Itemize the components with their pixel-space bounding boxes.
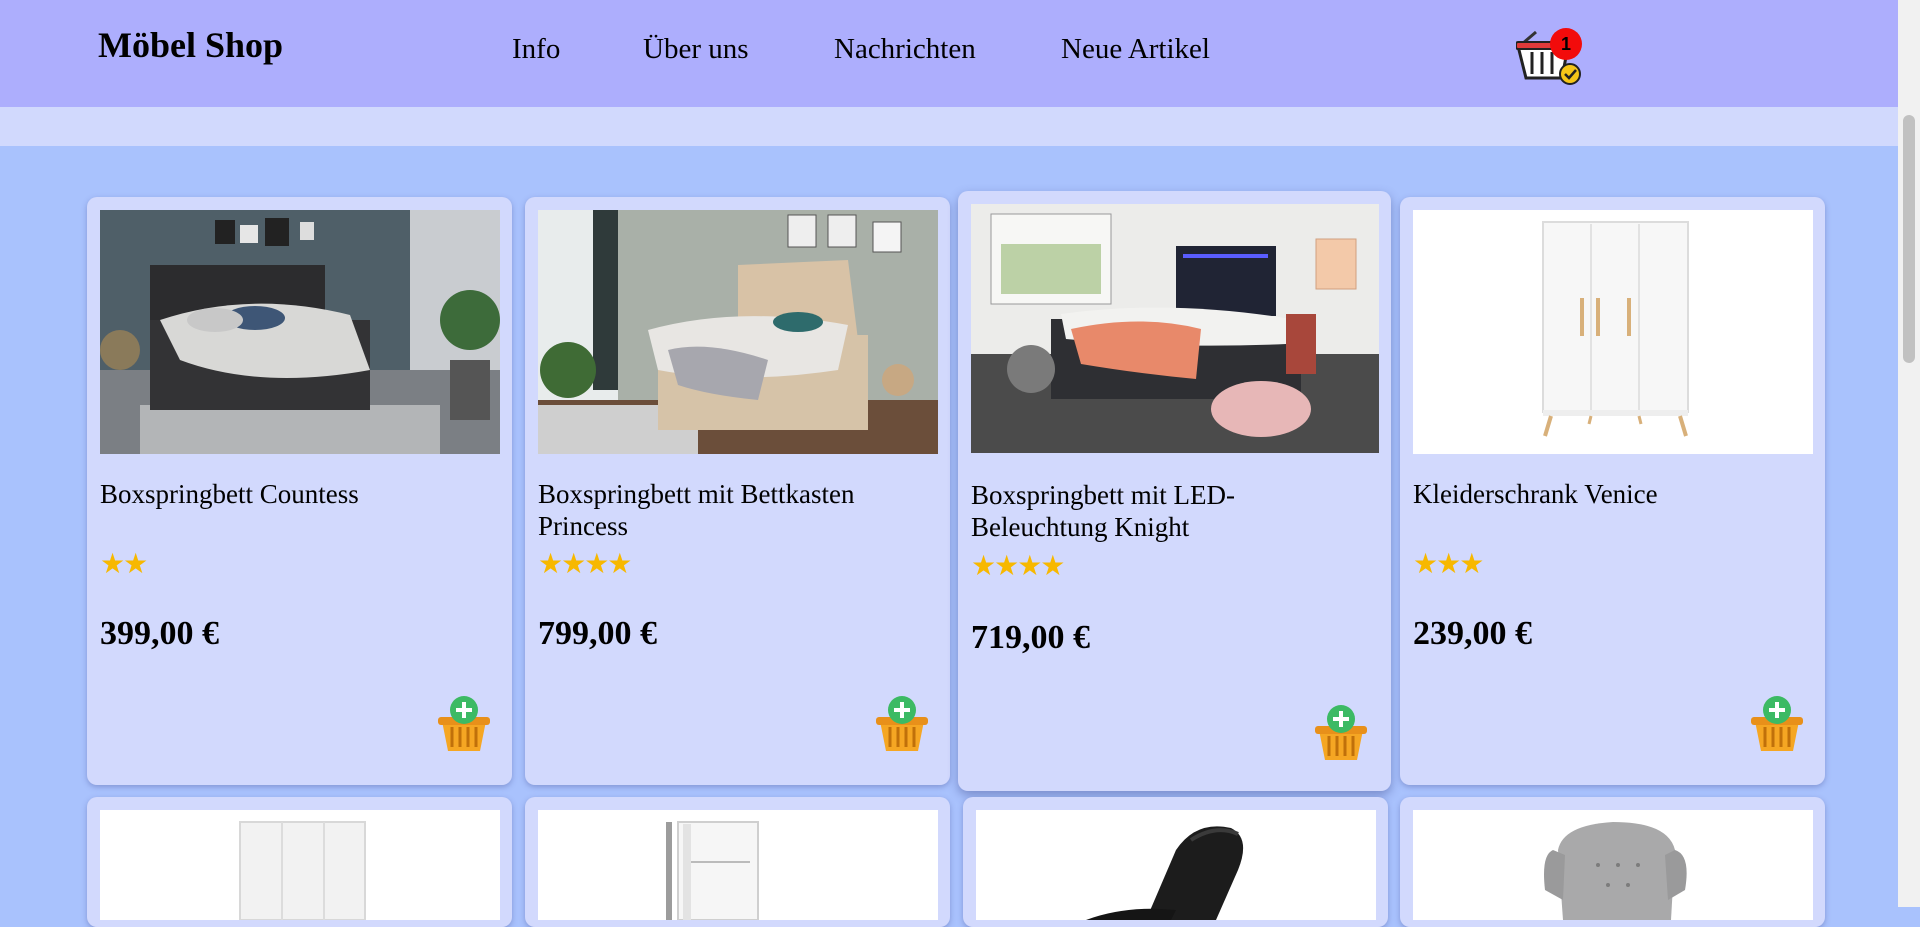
product-price: 399,00 € [100,615,219,652]
nav-ueber-uns[interactable]: Über uns [643,33,749,66]
cart-button[interactable]: 1 [1515,26,1586,86]
product-card[interactable] [963,797,1388,927]
nav-info[interactable]: Info [512,33,560,66]
add-to-basket-icon [1315,705,1367,760]
rating-stars: ★★★★ [538,547,632,580]
grey-wingback-chair-photo [1413,810,1813,920]
product-image-boxspring-knight[interactable] [971,204,1379,453]
open-cabinet-photo [538,810,938,920]
dark-boxspring-bed-photo [100,210,500,454]
product-image-boxspring-princess[interactable] [538,210,938,454]
add-to-basket-icon [438,696,490,751]
product-card[interactable]: Boxspringbett Countess ★★ 399,00 € [87,197,512,785]
rating-stars: ★★★ [1413,547,1484,580]
product-image-kleiderschrank-venice[interactable] [1413,210,1813,454]
product-price: 239,00 € [1413,615,1532,652]
product-card[interactable]: Boxspringbett mit Bettkasten Princess ★★… [525,197,950,785]
black-recliner-photo [976,810,1376,920]
product-name[interactable]: Boxspringbett mit Bettkasten Princess [538,478,938,542]
product-image[interactable] [1413,810,1813,920]
white-cabinet-photo [100,810,500,920]
add-to-cart-button[interactable] [874,695,930,753]
product-price: 719,00 € [971,619,1090,656]
add-to-cart-button[interactable] [1313,704,1369,762]
product-price: 799,00 € [538,615,657,652]
page-scrollbar[interactable] [1898,0,1920,907]
product-name[interactable]: Boxspringbett mit LED-Beleuchtung Knight [971,479,1371,543]
product-card[interactable] [525,797,950,927]
scrollbar-thumb[interactable] [1903,115,1915,363]
add-to-basket-icon [1751,696,1803,751]
cart-count-badge: 1 [1550,28,1582,60]
rating-stars: ★★ [100,547,148,580]
nav-neue-artikel[interactable]: Neue Artikel [1061,33,1210,66]
product-card[interactable] [1400,797,1825,927]
rating-stars: ★★★★ [971,549,1065,582]
header: Möbel Shop Info Über uns Nachrichten Neu… [0,0,1898,107]
nav-nachrichten[interactable]: Nachrichten [834,33,976,66]
shop-logo[interactable]: Möbel Shop [98,24,283,66]
product-image[interactable] [100,810,500,920]
product-image[interactable] [538,810,938,920]
add-to-cart-button[interactable] [436,695,492,753]
product-card[interactable] [87,797,512,927]
product-card[interactable]: Boxspringbett mit LED-Beleuchtung Knight… [958,191,1391,791]
led-boxspring-bed-photo [971,204,1379,453]
white-wardrobe-photo [1413,210,1813,454]
product-name[interactable]: Kleiderschrank Venice [1413,478,1813,510]
product-card[interactable]: Kleiderschrank Venice ★★★ 239,00 € [1400,197,1825,785]
sub-header-bar [0,107,1898,146]
product-image-boxspring-countess[interactable] [100,210,500,454]
beige-boxspring-bed-photo [538,210,938,454]
product-name[interactable]: Boxspringbett Countess [100,478,500,510]
product-image[interactable] [976,810,1376,920]
add-to-cart-button[interactable] [1749,695,1805,753]
add-to-basket-icon [876,696,928,751]
